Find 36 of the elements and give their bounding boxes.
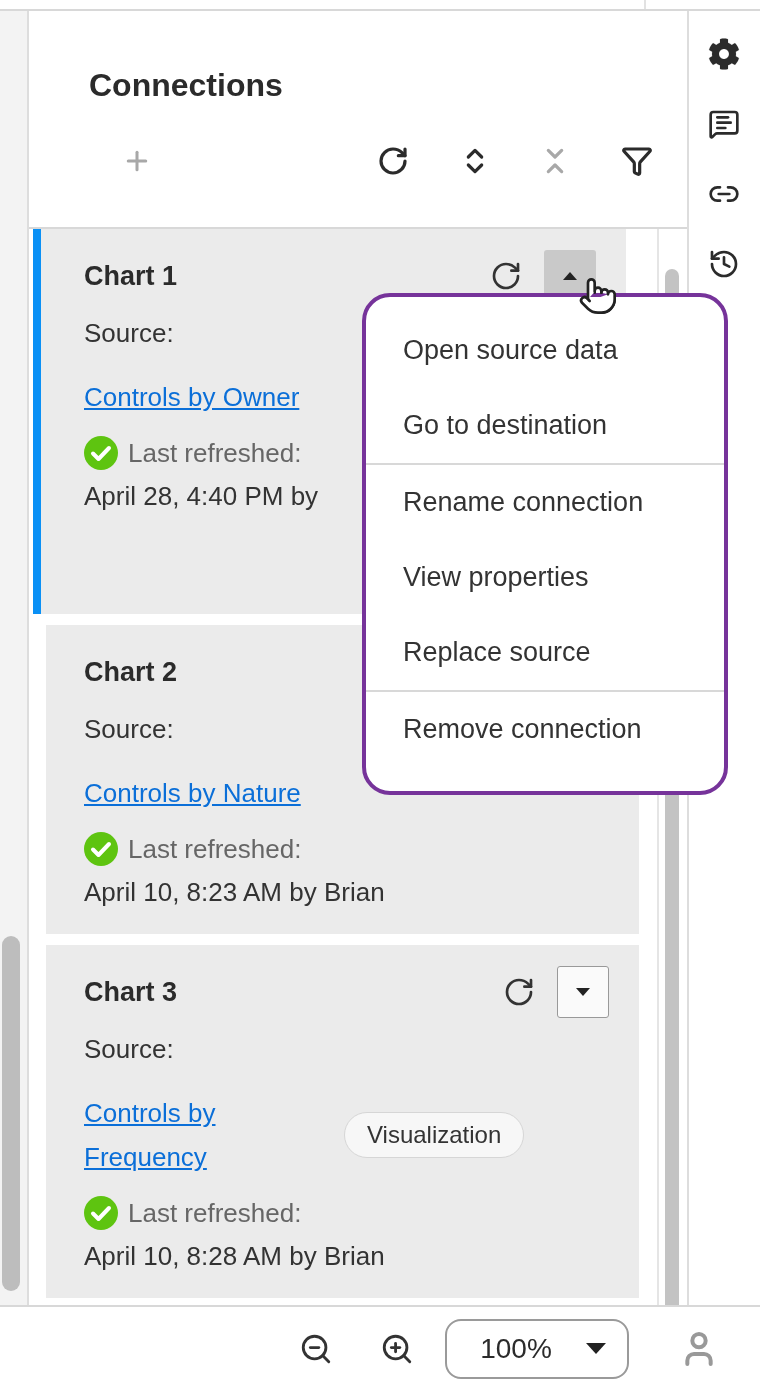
history-icon — [708, 248, 740, 280]
filter-icon — [621, 145, 653, 177]
panel-title: Connections — [89, 66, 284, 105]
settings-button[interactable] — [706, 36, 742, 72]
caret-up-icon — [563, 272, 577, 280]
check-circle-icon — [84, 436, 118, 470]
refresh-icon — [377, 145, 409, 177]
menu-item[interactable]: Remove connection — [366, 692, 724, 767]
status-text: Last refreshed: — [128, 437, 302, 469]
source-link[interactable]: Controls by Frequency — [84, 1091, 284, 1179]
refreshed-date: April 10, 8:28 AM by Brian — [84, 1240, 385, 1273]
comment-icon — [708, 108, 740, 140]
refreshed-date: April 28, 4:40 PM by — [84, 480, 319, 513]
source-label: Source: — [84, 317, 174, 350]
settings-icon — [708, 38, 740, 70]
refreshed-date: April 10, 8:23 AM by Brian — [84, 876, 385, 909]
zoom-dropdown[interactable]: 100% — [445, 1318, 629, 1379]
caret-down-icon — [585, 1343, 606, 1354]
status-text: Last refreshed: — [128, 1197, 302, 1229]
dropdown-toggle[interactable] — [557, 966, 609, 1018]
source-label: Source: — [84, 713, 174, 746]
caret-down-icon — [576, 988, 590, 996]
connection-title: Chart 3 — [84, 976, 179, 1008]
connection-title: Chart 2 — [84, 656, 179, 688]
refresh-icon — [490, 260, 522, 292]
check-circle-icon — [84, 1196, 118, 1230]
connection-title: Chart 1 — [84, 260, 179, 292]
scrollbar-thumb[interactable] — [2, 936, 20, 1291]
refresh-icon — [503, 976, 535, 1008]
type-tag: Visualization — [344, 1112, 525, 1158]
source-link[interactable]: Controls by Owner — [84, 375, 300, 419]
source-link[interactable]: Controls by Nature — [84, 771, 301, 815]
source-label: Source: — [84, 1033, 174, 1066]
check-circle-icon — [84, 832, 118, 866]
connection-card[interactable]: Chart 3 Source: Controls by Frequency Visualization Last refreshed: April 10, 8:28 AM by Brian — [46, 945, 639, 1298]
status-text: Last refreshed: — [128, 833, 302, 865]
